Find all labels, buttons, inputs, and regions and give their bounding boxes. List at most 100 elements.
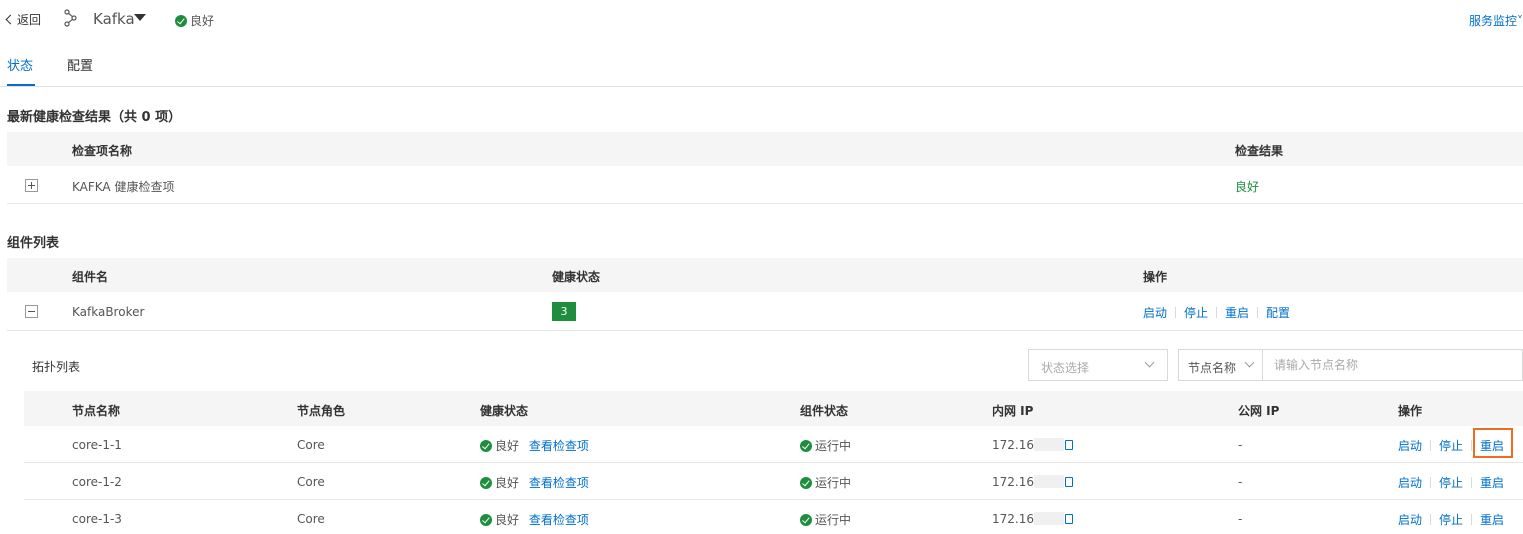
back-button[interactable]: 返回 [5,11,42,28]
node-actions: 启动 停止 重启 [1398,474,1504,491]
ip-redaction [1034,475,1064,488]
service-status-label: 良好 [190,14,215,28]
check-circle-icon [800,440,812,452]
collapse-icon[interactable] [25,305,38,318]
column-header: 健康状态 [552,270,601,284]
caret-down-icon[interactable] [134,14,146,21]
node-role: Core [297,512,325,526]
check-circle-icon [480,477,492,489]
node-name: core-1-1 [72,438,122,452]
column-header: 组件状态 [800,404,849,418]
status-filter-select[interactable]: 状态选择 [1028,349,1168,381]
status-label: 运行中 [815,476,852,490]
column-header: 节点角色 [297,404,346,418]
start-button[interactable]: 启动 [1398,476,1422,490]
node-field-select[interactable]: 节点名称 [1178,349,1263,381]
stop-button[interactable]: 停止 [1184,306,1208,320]
stop-button[interactable]: 停止 [1439,476,1463,490]
copy-icon[interactable] [1065,514,1073,524]
status-label: 运行中 [815,439,852,453]
component-name: KafkaBroker [72,305,145,319]
tab-status[interactable]: 状态 [7,55,33,74]
column-header: 内网 IP [992,404,1034,418]
column-header: 检查结果 [1235,144,1284,158]
back-label: 返回 [17,13,42,27]
health-check-title: 最新健康检查结果（共 0 项） [7,110,182,125]
check-result: 良好 [1235,180,1260,194]
column-header: 公网 IP [1238,404,1280,418]
status-label: 运行中 [815,513,852,527]
restart-highlight-box [1473,428,1513,458]
service-name-dropdown[interactable]: Kafka [93,10,135,28]
private-ip: 172.16 [992,475,1073,489]
node-health: 良好 查看检查项 [480,511,589,528]
copy-icon[interactable] [1065,440,1073,450]
check-circle-icon [175,15,187,27]
stop-button[interactable]: 停止 [1439,513,1463,527]
column-header: 健康状态 [480,404,529,418]
ip-redaction [1034,438,1064,451]
topology-table-header: 节点名称 节点角色 健康状态 组件状态 内网 IP 公网 IP 操作 [24,391,1523,426]
node-role: Core [297,438,325,452]
health-label: 良好 [495,476,520,490]
active-tab-indicator [7,84,35,86]
health-label: 良好 [495,439,520,453]
view-checks-link[interactable]: 查看检查项 [529,476,589,490]
public-ip: - [1238,438,1243,452]
node-name: core-1-3 [72,512,122,526]
topology-title: 拓扑列表 [32,360,81,374]
top-bar: 返回 Kafka 良好 服务监控˅ [0,0,1523,38]
column-header: 检查项名称 [72,144,133,158]
service-monitor-label: 服务监控 [1468,14,1517,28]
node-role: Core [297,475,325,489]
components-table-header: 组件名 健康状态 操作 [7,258,1523,292]
node-search-field[interactable] [1262,349,1523,381]
health-count-badge[interactable]: 3 [552,302,576,321]
restart-button[interactable]: 重启 [1480,513,1504,527]
tab-bar: 状态 配置 [0,38,1523,87]
node-search-input[interactable] [1274,351,1514,379]
chevron-down-icon [1144,357,1155,368]
stop-button[interactable]: 停止 [1439,439,1463,453]
status-filter-placeholder: 状态选择 [1041,361,1090,375]
service-monitor-dropdown[interactable]: 服务监控˅ [1469,12,1523,29]
private-ip-value: 172.16 [992,438,1034,452]
private-ip: 172.16 [992,438,1073,452]
node-name: core-1-2 [72,475,122,489]
expand-icon[interactable] [25,179,38,192]
start-button[interactable]: 启动 [1398,439,1422,453]
start-button[interactable]: 启动 [1398,513,1422,527]
private-ip: 172.16 [992,512,1073,526]
component-status: 运行中 [800,474,851,491]
chevron-down-icon [1244,357,1255,368]
node-health: 良好 查看检查项 [480,474,589,491]
health-label: 良好 [495,513,520,527]
table-row: core-1-3 Core 良好 查看检查项 运行中 172.16 - 启动 停止… [24,500,1523,534]
copy-icon[interactable] [1065,477,1073,487]
ip-redaction [1034,512,1064,525]
column-header: 操作 [1398,404,1423,418]
private-ip-value: 172.16 [992,475,1034,489]
view-checks-link[interactable]: 查看检查项 [529,439,589,453]
component-actions: 启动 停止 重启 配置 [1143,304,1290,321]
check-circle-icon [800,477,812,489]
service-status: 良好 [175,12,214,29]
topology-icon [64,9,77,27]
component-status: 运行中 [800,511,851,528]
table-row: KAFKA 健康检查项 良好 [7,166,1523,204]
check-circle-icon [800,514,812,526]
configure-button[interactable]: 配置 [1266,306,1290,320]
column-header: 操作 [1143,270,1168,284]
restart-button[interactable]: 重启 [1480,476,1504,490]
start-button[interactable]: 启动 [1143,306,1167,320]
node-field-label: 节点名称 [1188,361,1237,375]
restart-button[interactable]: 重启 [1225,306,1249,320]
column-header: 组件名 [72,270,109,284]
chevron-down-icon: ˅ [1517,14,1523,28]
check-circle-icon [480,440,492,452]
private-ip-value: 172.16 [992,512,1034,526]
node-actions: 启动 停止 重启 [1398,511,1504,528]
tab-config[interactable]: 配置 [67,55,93,74]
check-circle-icon [480,514,492,526]
view-checks-link[interactable]: 查看检查项 [529,513,589,527]
